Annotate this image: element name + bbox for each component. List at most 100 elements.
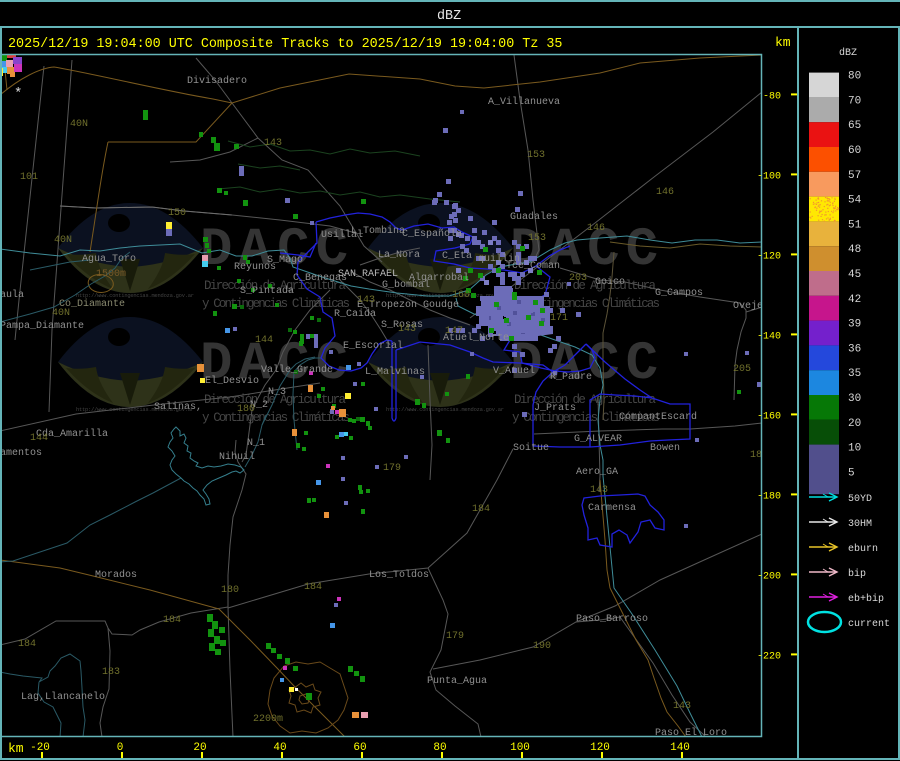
svg-text:30: 30 bbox=[848, 393, 861, 405]
svg-text:180: 180 bbox=[237, 404, 255, 415]
svg-text:20: 20 bbox=[193, 742, 206, 754]
svg-text:-220: -220 bbox=[757, 651, 781, 662]
svg-text:Soitue: Soitue bbox=[513, 442, 549, 454]
svg-text:146: 146 bbox=[587, 223, 605, 234]
svg-text:153: 153 bbox=[527, 150, 545, 161]
svg-text:Nihuil: Nihuil bbox=[219, 451, 255, 463]
svg-text:120: 120 bbox=[590, 742, 610, 754]
svg-text:70: 70 bbox=[848, 95, 861, 107]
svg-text:Lag,Llancanelo: Lag,Llancanelo bbox=[21, 691, 105, 703]
svg-text:N_3: N_3 bbox=[268, 387, 286, 398]
svg-text:G_bombal: G_bombal bbox=[382, 279, 430, 291]
svg-text:L_Malvinas: L_Malvinas bbox=[365, 366, 425, 378]
svg-text:-120: -120 bbox=[757, 251, 781, 262]
svg-text:36: 36 bbox=[848, 343, 861, 355]
svg-text:Aero_GA: Aero_GA bbox=[576, 467, 618, 478]
svg-text:2025/12/19 19:04:00 UTC Compos: 2025/12/19 19:04:00 UTC Composite Tracks… bbox=[8, 37, 562, 52]
svg-text:Divisadero: Divisadero bbox=[187, 75, 247, 87]
svg-text:Guadales: Guadales bbox=[510, 211, 558, 223]
svg-text:Goico: Goico bbox=[595, 276, 625, 288]
svg-text:E_Escorial: E_Escorial bbox=[343, 340, 403, 352]
svg-text:G_ALVEAR: G_ALVEAR bbox=[574, 434, 622, 445]
svg-text:153: 153 bbox=[528, 233, 546, 244]
svg-text:147: 147 bbox=[445, 326, 463, 337]
svg-text:C_Eta: C_Eta bbox=[442, 251, 472, 262]
svg-text:V_Atuel: V_Atuel bbox=[493, 365, 535, 377]
svg-text:48: 48 bbox=[848, 244, 861, 256]
svg-text:-80: -80 bbox=[763, 91, 781, 102]
svg-text:L_Tombina: L_Tombina bbox=[351, 225, 405, 237]
svg-text:10: 10 bbox=[848, 443, 861, 455]
svg-text:20: 20 bbox=[848, 418, 861, 430]
svg-text:Tce_Coman: Tce_Coman bbox=[506, 261, 560, 272]
svg-text:El_Desvio: El_Desvio bbox=[205, 375, 259, 387]
svg-text:km: km bbox=[775, 35, 791, 50]
svg-text:dBZ: dBZ bbox=[437, 9, 461, 24]
svg-text:146: 146 bbox=[656, 187, 674, 198]
svg-text:S_Mago: S_Mago bbox=[267, 255, 303, 266]
svg-text:184: 184 bbox=[472, 504, 490, 515]
svg-text:184: 184 bbox=[18, 639, 36, 650]
svg-text:R_Caida: R_Caida bbox=[334, 308, 376, 320]
svg-text:160: 160 bbox=[452, 290, 470, 301]
svg-text:amentos: amentos bbox=[0, 448, 42, 459]
svg-text:dBZ: dBZ bbox=[839, 47, 857, 59]
svg-text:39: 39 bbox=[848, 319, 861, 331]
svg-text:J_Prats: J_Prats bbox=[534, 403, 576, 414]
svg-text:*: * bbox=[14, 86, 22, 102]
svg-text:Salinas,: Salinas, bbox=[154, 401, 202, 413]
svg-text:40N: 40N bbox=[54, 235, 72, 246]
svg-text:0: 0 bbox=[117, 742, 124, 754]
svg-text:179: 179 bbox=[446, 631, 464, 642]
svg-text:-20: -20 bbox=[30, 742, 50, 754]
svg-text:-100: -100 bbox=[757, 171, 781, 182]
svg-text:80: 80 bbox=[848, 71, 861, 83]
svg-text:A_Villanueva: A_Villanueva bbox=[488, 96, 560, 108]
svg-text:150: 150 bbox=[168, 208, 186, 219]
svg-text:144: 144 bbox=[255, 335, 273, 346]
svg-text:Morados: Morados bbox=[95, 569, 137, 581]
svg-text:Agua_Toro: Agua_Toro bbox=[82, 254, 136, 265]
svg-text:Los_Toldos: Los_Toldos bbox=[369, 569, 429, 581]
svg-text:183: 183 bbox=[102, 667, 120, 678]
svg-text:50YD: 50YD bbox=[848, 494, 872, 505]
svg-text:Paso_Barroso: Paso_Barroso bbox=[576, 614, 648, 625]
svg-text:184: 184 bbox=[304, 582, 322, 593]
svg-text:57: 57 bbox=[848, 170, 861, 182]
svg-text:-200: -200 bbox=[757, 571, 781, 582]
svg-text:N_1: N_1 bbox=[247, 438, 265, 449]
svg-text:km: km bbox=[8, 741, 24, 756]
svg-text:54: 54 bbox=[848, 195, 862, 207]
svg-text:bip: bip bbox=[848, 568, 866, 580]
svg-text:171: 171 bbox=[550, 313, 568, 324]
svg-text:203: 203 bbox=[569, 273, 587, 284]
svg-text:SAN_RAFAEL: SAN_RAFAEL bbox=[338, 269, 398, 280]
svg-text:2200m: 2200m bbox=[253, 714, 283, 725]
svg-text:Carmensa: Carmensa bbox=[588, 503, 636, 514]
svg-text:S_Pintada: S_Pintada bbox=[240, 285, 294, 297]
svg-text:143: 143 bbox=[590, 485, 608, 496]
svg-text:Punta_Agua: Punta_Agua bbox=[427, 676, 487, 687]
svg-text:Oveje: Oveje bbox=[733, 300, 763, 312]
svg-text:179: 179 bbox=[383, 463, 401, 474]
svg-text:143: 143 bbox=[264, 138, 282, 149]
svg-text:La_Nora: La_Nora bbox=[378, 250, 420, 261]
svg-text:R_Padre: R_Padre bbox=[550, 371, 592, 383]
svg-text:1500m: 1500m bbox=[96, 269, 126, 280]
svg-text:C_Española: C_Española bbox=[402, 228, 462, 240]
svg-text:45: 45 bbox=[848, 269, 861, 281]
svg-text:140: 140 bbox=[670, 742, 690, 754]
svg-text:143: 143 bbox=[398, 324, 416, 335]
svg-text:eb+bip: eb+bip bbox=[848, 593, 884, 605]
svg-text:100: 100 bbox=[510, 742, 530, 754]
svg-text:143: 143 bbox=[357, 295, 375, 306]
svg-text:G_Campos: G_Campos bbox=[655, 288, 703, 299]
svg-text:42: 42 bbox=[848, 294, 861, 306]
svg-text:Valle_Grande: Valle_Grande bbox=[261, 364, 333, 376]
svg-text:-140: -140 bbox=[757, 331, 781, 342]
svg-text:101: 101 bbox=[20, 172, 38, 183]
svg-text:-160: -160 bbox=[757, 411, 781, 422]
svg-text:60: 60 bbox=[353, 742, 366, 754]
svg-text:80: 80 bbox=[433, 742, 446, 754]
svg-text:65: 65 bbox=[848, 120, 861, 132]
